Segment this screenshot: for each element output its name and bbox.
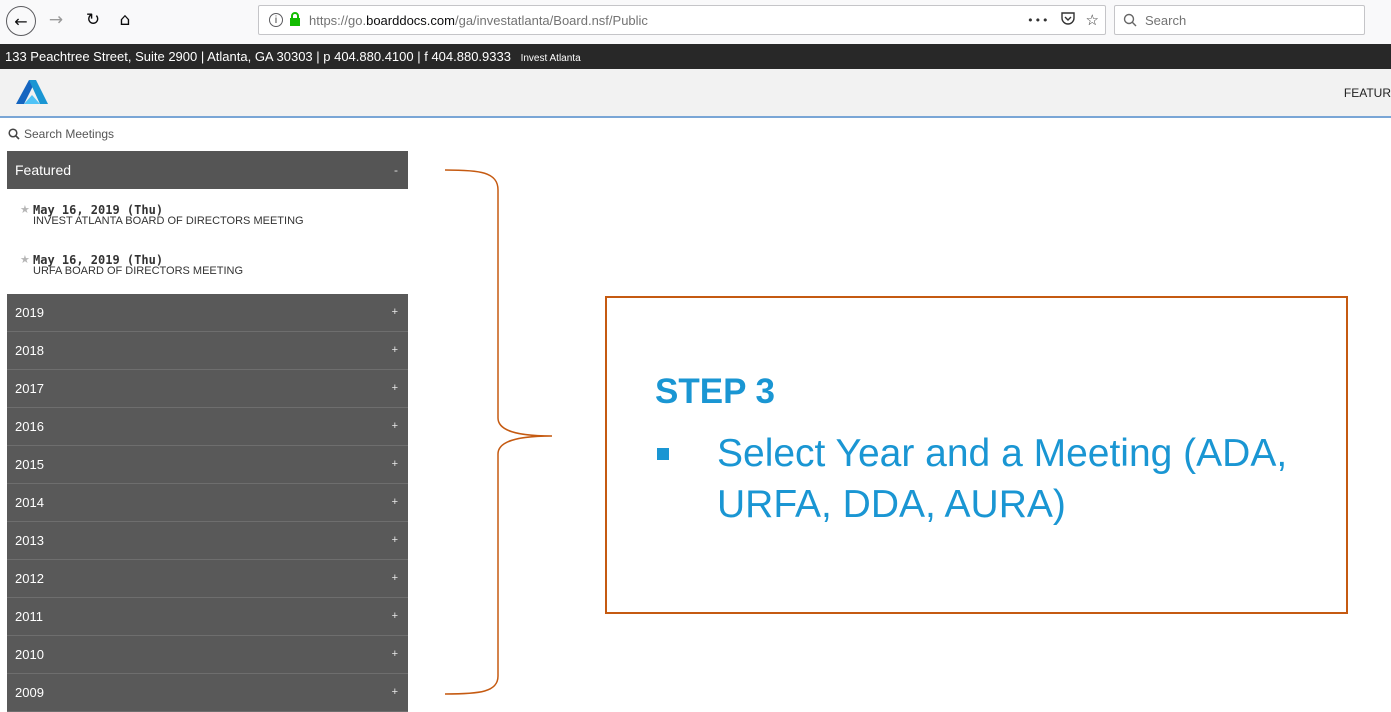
expand-icon[interactable]: + xyxy=(392,674,398,711)
expand-icon[interactable]: + xyxy=(392,636,398,673)
year-label: 2012 xyxy=(15,571,44,586)
meeting-title: URFA BOARD OF DIRECTORS MEETING xyxy=(33,265,244,277)
expand-icon[interactable]: + xyxy=(392,332,398,369)
search-meetings-input[interactable]: Search Meetings xyxy=(8,125,114,143)
year-item[interactable]: 2016 + xyxy=(7,408,408,446)
year-list: 2019 + 2018 + 2017 + 2016 + 2015 + 2014 + 2013… xyxy=(7,294,408,712)
collapse-icon[interactable]: - xyxy=(394,151,398,189)
year-item[interactable]: 2015 + xyxy=(7,446,408,484)
address-line: 133 Peachtree Street, Suite 2900 | Atlan… xyxy=(5,49,511,64)
reload-icon[interactable]: ↻ xyxy=(78,5,108,35)
search-icon xyxy=(8,128,20,140)
year-label: 2016 xyxy=(15,419,44,434)
expand-icon[interactable]: + xyxy=(392,598,398,635)
step-instruction: Select Year and a Meeting (ADA, URFA, DD… xyxy=(717,432,1288,526)
year-label: 2019 xyxy=(15,305,44,320)
year-item[interactable]: 2013 + xyxy=(7,522,408,560)
annotation-bracket xyxy=(444,169,553,695)
year-label: 2010 xyxy=(15,647,44,662)
year-label: 2018 xyxy=(15,343,44,358)
year-label: 2015 xyxy=(15,457,44,472)
year-item[interactable]: 2018 + xyxy=(7,332,408,370)
year-item[interactable]: 2012 + xyxy=(7,560,408,598)
nav-featured-link[interactable]: FEATUR xyxy=(1344,86,1391,100)
search-icon xyxy=(1123,13,1137,27)
browser-search-input[interactable]: Search xyxy=(1114,5,1365,35)
info-icon[interactable]: i xyxy=(269,13,283,27)
year-item[interactable]: 2009 + xyxy=(7,674,408,712)
site-header: FEATUR xyxy=(0,69,1391,118)
meeting-title: INVEST ATLANTA BOARD OF DIRECTORS MEETIN… xyxy=(33,215,304,227)
search-meetings-placeholder: Search Meetings xyxy=(24,127,115,141)
search-placeholder: Search xyxy=(1145,12,1187,28)
site-logo[interactable] xyxy=(16,80,48,109)
expand-icon[interactable]: + xyxy=(392,446,398,483)
year-item[interactable]: 2010 + xyxy=(7,636,408,674)
year-label: 2013 xyxy=(15,533,44,548)
contact-strip: 133 Peachtree Street, Suite 2900 | Atlan… xyxy=(0,44,1391,69)
page-actions-icon[interactable]: ••• xyxy=(1027,14,1049,27)
star-icon[interactable]: ★ xyxy=(20,203,30,216)
bullet-square-icon xyxy=(657,448,669,460)
expand-icon[interactable]: + xyxy=(392,484,398,521)
bookmark-star-icon[interactable]: ☆ xyxy=(1086,11,1099,29)
year-item[interactable]: 2014 + xyxy=(7,484,408,522)
year-label: 2009 xyxy=(15,685,44,700)
expand-icon[interactable]: + xyxy=(392,522,398,559)
forward-arrow-icon[interactable]: → xyxy=(41,5,71,35)
brand-label[interactable]: Invest Atlanta xyxy=(521,53,581,64)
expand-icon[interactable]: + xyxy=(392,370,398,407)
expand-icon[interactable]: + xyxy=(392,408,398,445)
year-label: 2014 xyxy=(15,495,44,510)
year-item[interactable]: 2019 + xyxy=(7,294,408,332)
featured-label: Featured xyxy=(15,162,72,178)
url-bar[interactable]: i https://go.boarddocs.com/ga/investatla… xyxy=(258,5,1106,35)
home-icon[interactable]: ⌂ xyxy=(110,5,140,35)
year-item[interactable]: 2011 + xyxy=(7,598,408,636)
star-icon[interactable]: ★ xyxy=(20,253,30,266)
year-label: 2011 xyxy=(15,609,43,624)
browser-toolbar: ← → ↻ ⌂ i https://go.boarddocs.com/ga/in… xyxy=(0,0,1391,45)
lock-icon xyxy=(289,11,301,29)
year-label: 2017 xyxy=(15,381,44,396)
featured-section-header[interactable]: Featured - xyxy=(7,151,408,189)
pocket-icon[interactable] xyxy=(1060,10,1076,30)
url-text: https://go.boarddocs.com/ga/investatlant… xyxy=(309,12,648,28)
step-title: STEP 3 xyxy=(655,372,775,411)
step-callout: STEP 3 Select Year and a Meeting (ADA, U… xyxy=(605,296,1348,614)
expand-icon[interactable]: + xyxy=(392,560,398,597)
back-arrow-icon[interactable]: ← xyxy=(6,6,36,36)
year-item[interactable]: 2017 + xyxy=(7,370,408,408)
expand-icon[interactable]: + xyxy=(392,294,398,331)
